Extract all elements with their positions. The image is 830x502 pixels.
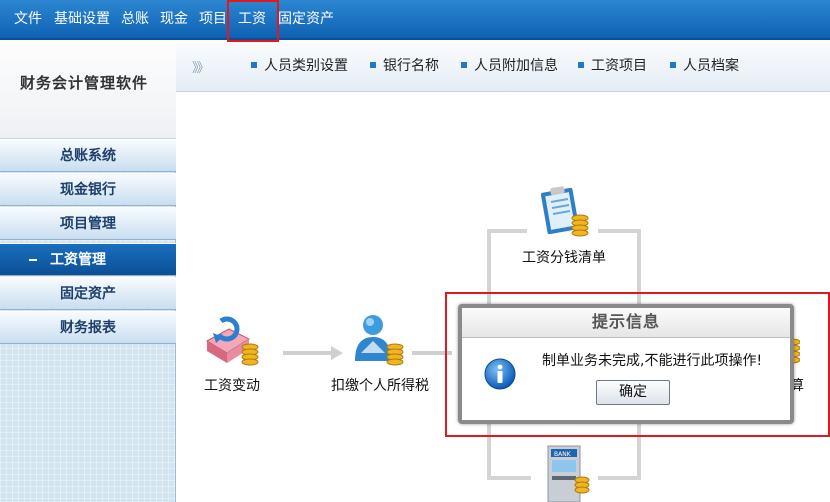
salary-split-list-icon[interactable] xyxy=(536,184,592,242)
toolbar-salary-items[interactable]: 工资项目 xyxy=(578,56,647,76)
toolbar-personnel-category[interactable]: 人员类别设置 xyxy=(251,56,348,76)
flow-connector xyxy=(487,229,527,233)
bullet-icon xyxy=(670,62,676,68)
bullet-icon xyxy=(370,62,376,68)
app-logo-text: 财务会计管理软件 xyxy=(19,74,148,92)
withhold-tax-icon[interactable] xyxy=(347,311,407,369)
ok-button[interactable]: 确定 xyxy=(596,380,670,405)
menu-cash[interactable]: 现金 xyxy=(160,0,188,40)
info-dialog: 提示信息 制单业务未完成,不能进行此项操作! 确定 xyxy=(458,304,794,424)
bullet-icon xyxy=(461,62,467,68)
sub-toolbar: 》》 人员类别设置 银行名称 人员附加信息 工资项目 人员档案 xyxy=(176,42,830,92)
sidebar-item-label: 项目管理 xyxy=(60,216,116,232)
sidebar-item-fixed-assets[interactable]: 固定资产 xyxy=(0,277,176,310)
svg-text:BANK: BANK xyxy=(554,451,572,458)
menu-fixed-assets[interactable]: 固定资产 xyxy=(278,0,334,40)
toolbar-personnel-files[interactable]: 人员档案 xyxy=(670,56,739,76)
menu-project[interactable]: 项目 xyxy=(199,0,227,40)
bank-icon[interactable]: BANK xyxy=(540,440,590,502)
flow-arrowhead xyxy=(331,346,343,360)
menu-file[interactable]: 文件 xyxy=(14,0,42,40)
sidebar-item-cash-bank[interactable]: 现金银行 xyxy=(0,173,176,206)
withhold-tax-label[interactable]: 扣缴个人所得税 xyxy=(331,375,429,395)
salary-change-icon[interactable] xyxy=(203,313,261,369)
bullet-icon xyxy=(251,62,257,68)
collapse-chevron-icon[interactable]: 》》 xyxy=(192,57,209,76)
sidebar-item-label: 财务报表 xyxy=(60,320,116,336)
sidebar-item-salary-management[interactable]: 工资管理 xyxy=(0,243,176,276)
sidebar-item-financial-reports[interactable]: 财务报表 xyxy=(0,311,176,344)
active-bullet-icon xyxy=(29,259,37,261)
toolbar-bank-name[interactable]: 银行名称 xyxy=(370,56,439,76)
sidebar: 财务会计管理软件 总账系统 现金银行 项目管理 工资管理 固定资产 财务报表 xyxy=(0,42,176,502)
flow-arrow xyxy=(283,351,333,355)
menu-general-ledger[interactable]: 总账 xyxy=(121,0,149,40)
flow-connector xyxy=(598,229,640,233)
sidebar-item-project-management[interactable]: 项目管理 xyxy=(0,207,176,240)
sidebar-item-label: 固定资产 xyxy=(60,286,116,302)
sidebar-item-label: 现金银行 xyxy=(60,182,116,198)
dialog-title: 提示信息 xyxy=(462,308,790,338)
menu-salary-highlight xyxy=(227,0,279,42)
salary-change-label[interactable]: 工资变动 xyxy=(204,375,260,395)
menu-basic-settings[interactable]: 基础设置 xyxy=(54,0,110,40)
sidebar-item-label: 总账系统 xyxy=(60,148,116,164)
menu-bar: 文件 基础设置 总账 现金 项目 工资 固定资产 xyxy=(0,0,830,40)
flow-connector xyxy=(487,476,531,480)
bullet-icon xyxy=(578,62,584,68)
sidebar-item-label: 工资管理 xyxy=(50,252,106,268)
salary-split-list-label[interactable]: 工资分钱清单 xyxy=(522,247,606,267)
sidebar-item-general-ledger[interactable]: 总账系统 xyxy=(0,139,176,172)
info-icon xyxy=(484,358,516,390)
logo-panel: 财务会计管理软件 xyxy=(0,42,176,139)
dialog-message: 制单业务未完成,不能进行此项操作! xyxy=(542,353,763,369)
flow-connector xyxy=(598,476,640,480)
toolbar-personnel-extra-info[interactable]: 人员附加信息 xyxy=(461,56,558,76)
